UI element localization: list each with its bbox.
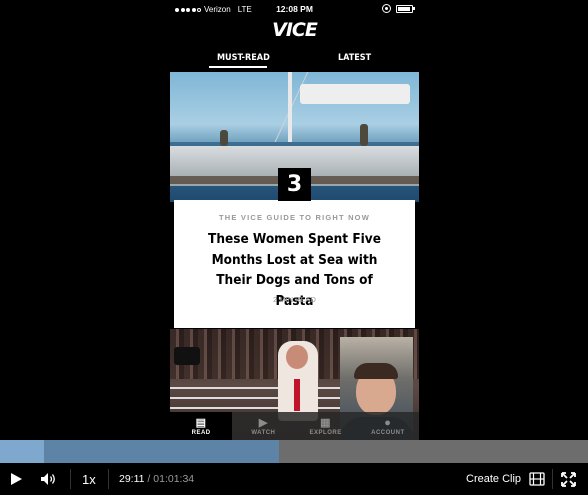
nav-account[interactable]: ● ACCOUNT (356, 412, 419, 440)
grid-icon: ▦ (320, 417, 332, 429)
camera-operator (174, 347, 200, 365)
status-icons (382, 4, 415, 13)
speaker-icon (41, 473, 55, 485)
orientation-lock-icon (382, 4, 391, 13)
volume-button[interactable] (40, 463, 64, 495)
nav-explore[interactable]: ▦ EXPLORE (294, 412, 357, 440)
vice-logo: VICE (272, 19, 318, 41)
person-figure (360, 124, 368, 146)
play-icon (11, 473, 22, 485)
presenter-hair (354, 363, 398, 379)
newspaper-icon: ▤ (195, 417, 207, 429)
play-button[interactable] (9, 463, 31, 495)
tab-must-read[interactable]: MUST-READ (217, 53, 270, 63)
current-time: 29:11 (119, 473, 145, 485)
timecode: 29:11 / 01:01:34 (119, 463, 194, 495)
nav-account-label: ACCOUNT (371, 430, 405, 436)
status-bar: Verizon LTE 12:08 PM (170, 0, 419, 18)
player-controls: 1x 29:11 / 01:01:34 Create Clip (0, 463, 588, 495)
divider (552, 469, 553, 489)
nav-explore-label: EXPLORE (309, 430, 342, 436)
time-separator: / (144, 473, 154, 485)
article-kicker: THE VICE GUIDE TO RIGHT NOW (218, 213, 371, 222)
phone-screen: Verizon LTE 12:08 PM VICE MUST-READ LATE… (170, 0, 419, 440)
user-icon: ● (384, 417, 392, 429)
person-figure (220, 130, 228, 146)
nav-watch-label: WATCH (251, 430, 276, 436)
fullscreen-icon (561, 471, 576, 487)
filmstrip-icon (529, 472, 545, 486)
wrestler-tie (294, 379, 300, 411)
active-tab-indicator (209, 66, 267, 68)
feed-tabs: MUST-READ LATEST (170, 50, 419, 70)
divider (108, 469, 109, 489)
tab-latest[interactable]: LATEST (338, 53, 371, 63)
play-icon: ▶ (258, 417, 268, 429)
battery-icon (396, 4, 415, 13)
article-card[interactable]: THE VICE GUIDE TO RIGHT NOW These Women … (174, 200, 415, 328)
article-rank-badge: 3 (278, 168, 311, 201)
fullscreen-button[interactable] (561, 463, 577, 495)
nav-read[interactable]: ▤ READ (170, 412, 233, 440)
clip-icon[interactable] (529, 463, 545, 495)
playback-speed-button[interactable]: 1x (82, 463, 96, 495)
divider (70, 469, 71, 489)
progress-hover-segment (0, 440, 44, 463)
duration: 01:01:34 (153, 473, 195, 485)
article-read-time: 2 MIN READ (273, 295, 316, 304)
video-progress-bar[interactable] (0, 440, 588, 463)
create-clip-button[interactable]: Create Clip (466, 463, 521, 495)
wrestler-face (286, 345, 308, 369)
nav-read-label: READ (191, 430, 211, 436)
sailboat-mast (288, 72, 292, 148)
bottom-nav: ▤ READ ▶ WATCH ▦ EXPLORE ● ACCOUNT (170, 412, 419, 440)
sailboat-sail (300, 84, 410, 104)
nav-watch[interactable]: ▶ WATCH (232, 412, 295, 440)
